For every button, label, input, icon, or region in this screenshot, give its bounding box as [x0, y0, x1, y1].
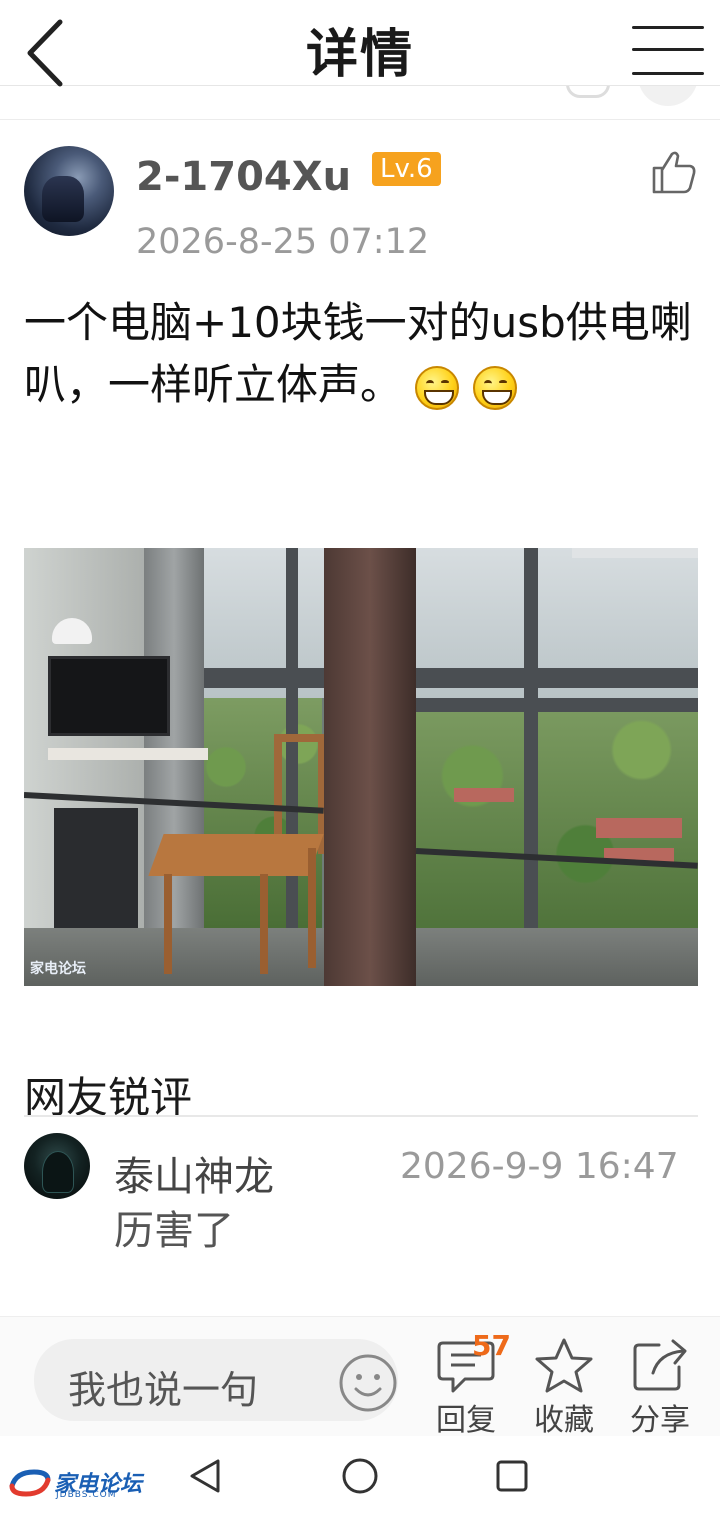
menu-icon — [632, 26, 704, 29]
post-content: 一个电脑+10块钱一对的usb供电喇叭，一样听立体声。 — [24, 292, 704, 416]
grin-emoji-icon — [472, 365, 517, 410]
grin-emoji-icon — [415, 365, 460, 410]
page-title: 详情 — [305, 25, 414, 85]
logo-icon — [9, 1469, 51, 1497]
circle-home-icon — [342, 1458, 378, 1494]
post-image[interactable]: 家电论坛 — [24, 548, 698, 986]
favorite-button[interactable]: 收藏 — [524, 1337, 604, 1438]
nav-home-button[interactable] — [340, 1456, 380, 1496]
share-icon — [633, 1339, 687, 1391]
favorite-label: 收藏 — [534, 1403, 594, 1438]
post-text: 一个电脑+10块钱一对的usb供电喇叭，一样听立体声。 — [24, 298, 692, 409]
nav-back-button[interactable] — [186, 1456, 226, 1496]
reply-count-badge: 57 — [472, 1329, 511, 1362]
top-nav-bar: 详情 — [0, 0, 720, 87]
divider — [24, 1115, 698, 1117]
thumbs-up-icon — [652, 151, 696, 194]
round-icon — [638, 86, 698, 106]
comment-text: 历害了 — [114, 1208, 234, 1254]
avatar[interactable] — [24, 1133, 90, 1199]
like-button[interactable] — [650, 148, 698, 196]
collapsed-toolbar — [0, 86, 720, 120]
level-badge: Lv.6 — [372, 152, 441, 186]
nav-recents-button[interactable] — [492, 1456, 532, 1496]
comment-time: 2026-9-9 16:47 — [400, 1146, 679, 1187]
square-recents-icon — [496, 1460, 528, 1492]
comment-author[interactable]: 泰山神龙 — [114, 1144, 274, 1202]
avatar[interactable] — [24, 146, 114, 236]
star-icon — [535, 1338, 593, 1393]
post-author[interactable]: 2-1704Xu — [136, 154, 351, 200]
message-icon — [566, 86, 610, 98]
logo-domain: JDBBS.COM — [56, 1490, 117, 1500]
menu-button[interactable] — [632, 22, 708, 86]
reply-label: 回复 — [436, 1403, 496, 1438]
reply-placeholder: 我也说一句 — [68, 1368, 259, 1412]
bottom-action-bar: 我也说一句 57 回复 收藏 分享 — [0, 1316, 720, 1438]
share-label: 分享 — [630, 1403, 690, 1438]
image-watermark: 家电论坛 — [30, 961, 86, 977]
post-time: 2026-8-25 07:12 — [136, 222, 430, 262]
smile-icon[interactable] — [338, 1353, 398, 1413]
reply-input[interactable]: 我也说一句 — [34, 1339, 398, 1421]
system-nav-bar: 家电论坛 JDBBS.COM — [0, 1436, 720, 1514]
triangle-back-icon — [190, 1459, 220, 1493]
reply-button[interactable]: 57 回复 — [426, 1329, 511, 1438]
share-button[interactable]: 分享 — [620, 1337, 700, 1438]
